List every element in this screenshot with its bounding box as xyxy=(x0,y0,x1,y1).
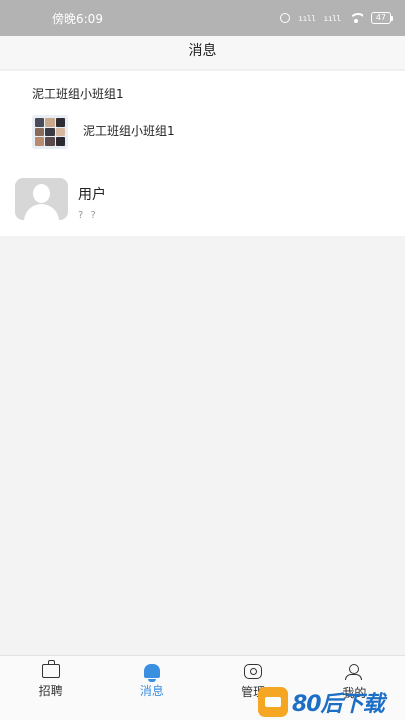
status-bar: 傍晚6:09 ııll ııll 47 xyxy=(0,0,405,36)
signal-icon-2: ııll xyxy=(323,13,342,23)
user-avatar xyxy=(15,178,68,220)
user-last-message: ? ? xyxy=(78,210,98,221)
watermark-logo-icon xyxy=(258,686,288,717)
user-name: 用户 xyxy=(78,187,106,203)
group-avatar xyxy=(32,115,68,149)
group-section-title: 泥工班组小班组1 xyxy=(32,87,124,101)
page-header: 消息 xyxy=(0,36,405,70)
alarm-icon xyxy=(280,13,291,23)
status-icons: ııll ııll 47 xyxy=(280,12,394,24)
battery-indicator: 47 xyxy=(370,12,394,24)
tab-recruit[interactable]: 招聘 xyxy=(0,656,101,720)
group-name: 泥工班组小班组1 xyxy=(83,124,175,138)
avatar-body-shape xyxy=(24,204,59,220)
watermark: 80后下载 xyxy=(258,683,405,720)
tab-messages[interactable]: 消息 xyxy=(101,656,202,720)
page-title: 消息 xyxy=(188,43,217,59)
watermark-text: 80后下载 xyxy=(292,691,385,717)
user-chat-row[interactable]: 用户 ? ? xyxy=(0,168,405,236)
group-chat-card[interactable]: 泥工班组小班组1 泥工班组小班组1 xyxy=(0,71,405,168)
signal-icon-1: ııll xyxy=(298,13,316,23)
tab-messages-label: 消息 xyxy=(139,684,164,698)
profile-icon xyxy=(345,664,363,680)
wifi-icon xyxy=(348,13,363,23)
bell-icon xyxy=(143,664,160,682)
avatar-head-shape xyxy=(33,184,50,203)
status-time: 傍晚6:09 xyxy=(52,11,103,26)
briefcase-icon xyxy=(41,660,60,678)
manage-icon xyxy=(244,664,263,679)
tab-recruit-label: 招聘 xyxy=(38,684,63,698)
